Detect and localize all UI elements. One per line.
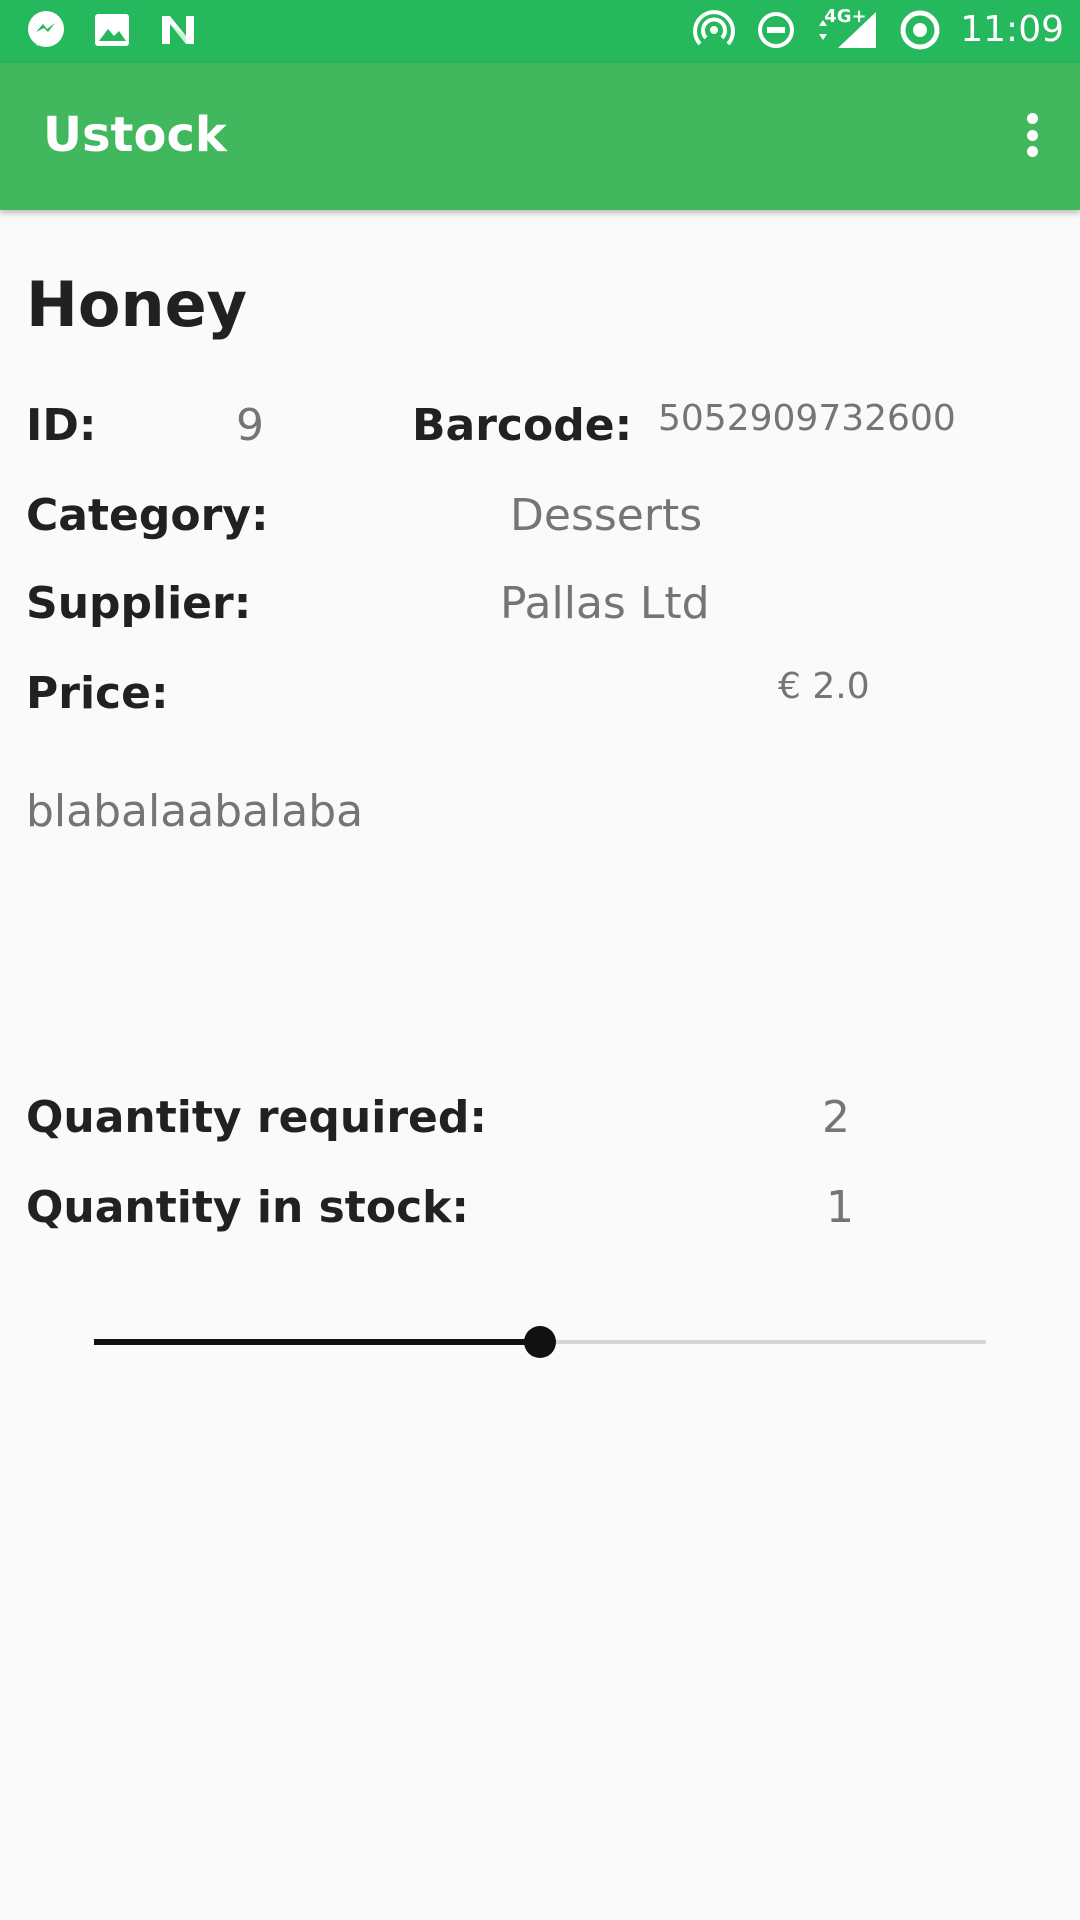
slider-thumb[interactable] xyxy=(524,1326,556,1358)
barcode-value: 5052909732600 xyxy=(658,398,956,439)
id-label: ID: xyxy=(26,400,97,451)
status-bar: 4G+ 11:09 xyxy=(0,0,1080,63)
clock: 11:09 xyxy=(960,9,1064,50)
n-app-icon xyxy=(162,16,194,44)
supplier-value: Pallas Ltd xyxy=(500,578,710,629)
price-label: Price: xyxy=(26,668,169,719)
more-vert-icon[interactable] xyxy=(1012,105,1052,165)
app-bar: Ustock xyxy=(0,63,1080,210)
price-value: € 2.0 xyxy=(778,666,870,707)
category-label: Category: xyxy=(26,490,269,541)
quantity-in-stock-label: Quantity in stock: xyxy=(26,1182,470,1233)
quantity-slider[interactable] xyxy=(94,1312,986,1372)
id-value: 9 xyxy=(236,400,264,451)
category-value: Desserts xyxy=(510,490,703,541)
gallery-icon xyxy=(95,14,129,46)
messenger-icon xyxy=(28,11,64,47)
supplier-label: Supplier: xyxy=(26,578,252,629)
app-title: Ustock xyxy=(43,107,227,163)
barcode-label: Barcode: xyxy=(412,400,633,451)
do-not-disturb-icon xyxy=(758,12,795,48)
description: blabalaabalaba xyxy=(26,786,364,837)
quantity-required-value: 2 xyxy=(822,1092,850,1143)
quantity-in-stock-value: 1 xyxy=(826,1182,854,1233)
signal-icon: 4G+ xyxy=(816,6,880,52)
product-name: Honey xyxy=(26,268,248,341)
quantity-required-label: Quantity required: xyxy=(26,1092,487,1143)
sync-icon xyxy=(900,10,940,50)
hotspot-icon xyxy=(693,10,736,46)
slider-track-fill xyxy=(94,1339,540,1345)
